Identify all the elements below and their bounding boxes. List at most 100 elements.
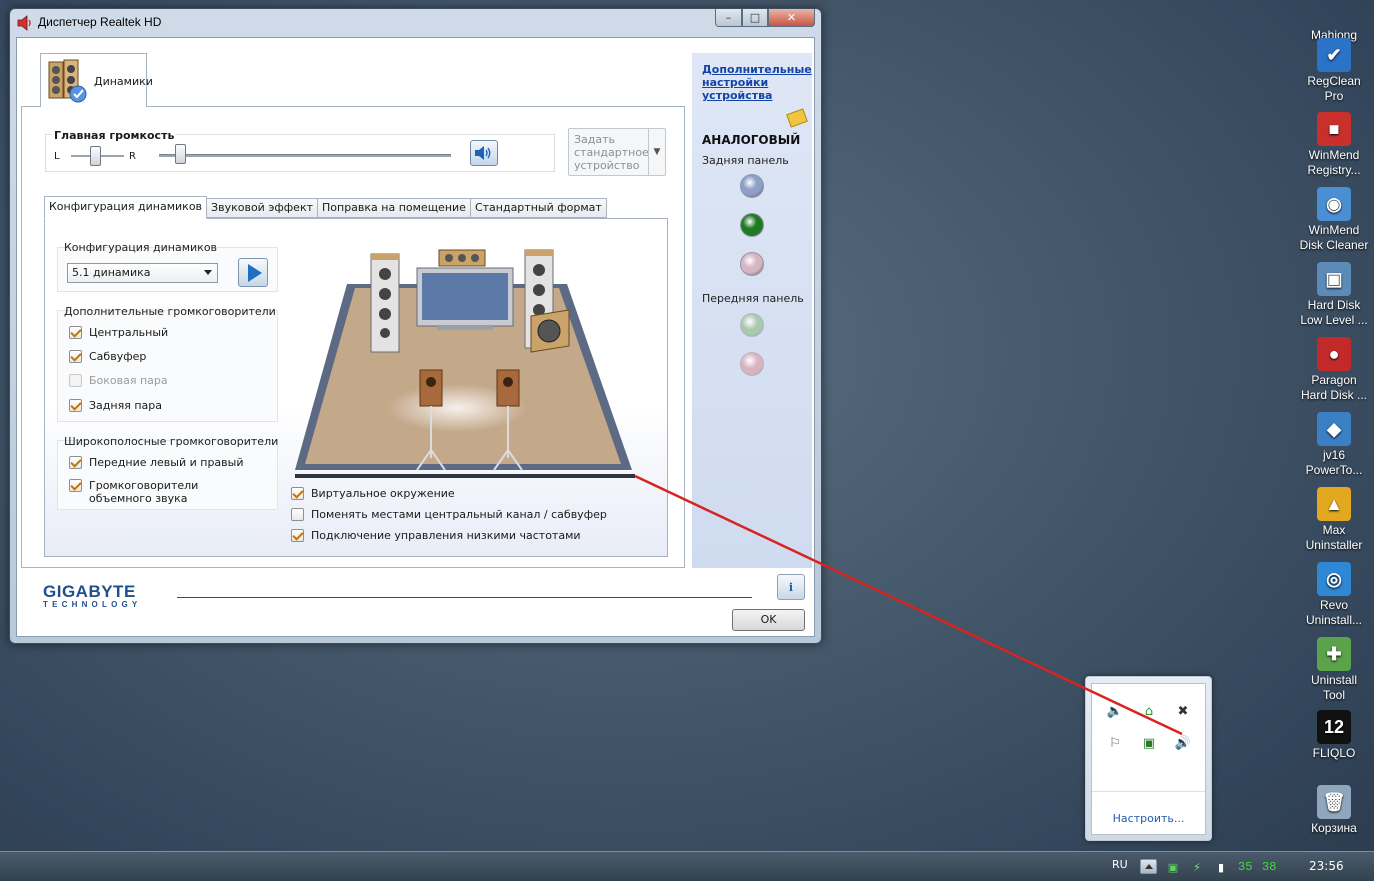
- rear-jack-3[interactable]: [740, 252, 764, 276]
- option-label: Виртуальное окружение: [311, 487, 455, 500]
- flag-tray-icon[interactable]: ⚐: [1106, 734, 1124, 752]
- speaker-icon: [475, 146, 491, 160]
- recycle-bin-desktop-shortcut[interactable]: 🗑 Корзина: [1294, 785, 1374, 836]
- signal-tray-icon[interactable]: ▮: [1214, 860, 1228, 874]
- extra-speaker-checkbox[interactable]: [69, 326, 82, 339]
- power-tray-icon[interactable]: ⚡: [1190, 860, 1204, 874]
- clock[interactable]: 23:56: [1309, 859, 1344, 873]
- option-checkbox-row[interactable]: Поменять местами центральный канал / саб…: [291, 508, 607, 521]
- tab-speaker-config[interactable]: Конфигурация динамиков: [44, 196, 208, 219]
- extra-speaker-checkbox-row[interactable]: Центральный: [69, 326, 168, 339]
- extra-speaker-checkbox[interactable]: [69, 399, 82, 412]
- network-tray-icon[interactable]: ✖: [1174, 702, 1192, 720]
- winmend-disk-icon: ◉: [1317, 187, 1351, 221]
- jv16-icon: ◆: [1317, 412, 1351, 446]
- hdd-desktop-shortcut[interactable]: ▣ Hard Disk Low Level ...: [1294, 262, 1374, 328]
- speaker-config-value: 5.1 динамика: [72, 266, 151, 279]
- speaker-config-title: Конфигурация динамиков: [64, 241, 218, 254]
- extra-speaker-checkbox[interactable]: [69, 350, 82, 363]
- fullrange-speaker-checkbox-row[interactable]: Громкоговорители объемного звука: [69, 479, 249, 505]
- folder-icon[interactable]: [786, 108, 808, 128]
- option-label: Подключение управления низкими частотами: [311, 529, 581, 542]
- rear-jack-2[interactable]: [740, 213, 764, 237]
- mute-button[interactable]: [470, 140, 498, 166]
- show-hidden-icons-button[interactable]: [1140, 859, 1157, 874]
- tab-room-correction[interactable]: Поправка на помещение: [318, 198, 471, 218]
- tab-speakers[interactable]: Динамики: [40, 53, 153, 107]
- desktop-icons: ♣Mahjong Titans✔RegClean Pro■WinMend Reg…: [1294, 0, 1374, 850]
- recycle-bin-icon: 🗑: [1317, 785, 1351, 819]
- fullrange-speaker-label: Громкоговорители объемного звука: [89, 479, 199, 505]
- connector-side-panel: Дополнительные настройки устройства АНАЛ…: [692, 53, 812, 568]
- front-jack-1[interactable]: [740, 313, 764, 337]
- option-checkbox[interactable]: [291, 508, 304, 521]
- fliqlo-desktop-shortcut[interactable]: 12 FLIQLO: [1294, 710, 1374, 761]
- front-jack-2[interactable]: [740, 352, 764, 376]
- option-checkbox[interactable]: [291, 487, 304, 500]
- uninstall-tool-desktop-shortcut[interactable]: ✚ Uninstall Tool: [1294, 637, 1374, 703]
- home-tray-icon[interactable]: ⌂: [1140, 702, 1158, 720]
- maximize-button[interactable]: □: [742, 9, 768, 27]
- divider: [1092, 791, 1205, 792]
- tray-customize-link[interactable]: Настроить...: [1092, 812, 1205, 825]
- volume-slider-thumb[interactable]: [175, 144, 186, 164]
- desktop-shortcut-label: WinMend Disk Cleaner: [1299, 223, 1369, 252]
- revo-icon: ◎: [1317, 562, 1351, 596]
- extra-speaker-checkbox-row[interactable]: Сабвуфер: [69, 350, 146, 363]
- advanced-device-settings-link[interactable]: Дополнительные настройки устройства: [702, 63, 812, 102]
- realtek-tray-icon[interactable]: 🔊: [1174, 734, 1192, 752]
- balance-left-label: L: [54, 151, 60, 162]
- tab-default-format[interactable]: Стандартный формат: [470, 198, 607, 218]
- fullrange-speaker-checkbox[interactable]: [69, 479, 82, 492]
- volume-slider-track[interactable]: [159, 154, 451, 157]
- config-tabs: Конфигурация динамиков Звуковой эффект Поп…: [44, 196, 607, 219]
- cpu-temp-2: 38: [1262, 860, 1277, 874]
- speaker-room-illustration: [295, 249, 635, 478]
- play-test-button[interactable]: [238, 258, 268, 287]
- speaker-config-select[interactable]: 5.1 динамика: [67, 263, 218, 283]
- paragon-desktop-shortcut[interactable]: ● Paragon Hard Disk ...: [1294, 337, 1374, 403]
- desktop-shortcut-label: Uninstall Tool: [1310, 673, 1358, 702]
- fullrange-speaker-checkbox[interactable]: [69, 456, 82, 469]
- winmend-disk-desktop-shortcut[interactable]: ◉ WinMend Disk Cleaner: [1294, 187, 1374, 253]
- balance-right-label: R: [129, 151, 136, 162]
- max-uninstaller-desktop-shortcut[interactable]: ▲ Max Uninstaller: [1294, 487, 1374, 553]
- chevron-down-icon[interactable]: ▼: [648, 129, 665, 175]
- fliqlo-icon: 12: [1317, 710, 1351, 744]
- winmend-registry-desktop-shortcut[interactable]: ■ WinMend Registry...: [1294, 112, 1374, 178]
- desktop-shortcut-label: WinMend Registry...: [1307, 148, 1361, 177]
- extra-speakers-title: Дополнительные громкоговорители: [64, 305, 276, 318]
- taskbar: RU ▣ ⚡ ▮ 35 38 23:56: [0, 851, 1374, 881]
- ok-button[interactable]: OK: [732, 609, 805, 631]
- revo-desktop-shortcut[interactable]: ◎ Revo Uninstall...: [1294, 562, 1374, 628]
- title-bar[interactable]: Диспетчер Realtek HD – □ ✕: [10, 9, 821, 37]
- desktop-shortcut-label: Корзина: [1311, 821, 1357, 835]
- info-button[interactable]: i: [777, 574, 805, 600]
- uninstall-tool-icon: ✚: [1317, 637, 1351, 671]
- speaker-muted-tray-icon[interactable]: 🔈: [1106, 702, 1124, 720]
- option-checkbox-row[interactable]: Подключение управления низкими частотами: [291, 529, 581, 542]
- option-checkbox[interactable]: [291, 529, 304, 542]
- tab-sound-effect[interactable]: Звуковой эффект: [207, 198, 318, 218]
- balance-slider-thumb[interactable]: [90, 146, 101, 166]
- set-default-device-button[interactable]: Задать стандартное устройство ▼: [568, 128, 666, 176]
- option-checkbox-row[interactable]: Виртуальное окружение: [291, 487, 455, 500]
- fullrange-speaker-label: Передние левый и правый: [89, 456, 244, 469]
- monitor-tray-icon[interactable]: ▣: [1140, 734, 1158, 752]
- desktop-shortcut-label: Hard Disk Low Level ...: [1300, 298, 1368, 327]
- security-tray-icon[interactable]: ▣: [1166, 860, 1180, 874]
- jv16-desktop-shortcut[interactable]: ◆ jv16 PowerTo...: [1294, 412, 1374, 478]
- gigabyte-logo-sub: TECHNOLOGY: [43, 600, 142, 609]
- extra-speaker-label: Боковая пара: [89, 374, 168, 387]
- desktop-shortcut-label: Revo Uninstall...: [1305, 598, 1363, 627]
- extra-speaker-checkbox-row[interactable]: Задняя пара: [69, 399, 162, 412]
- fullrange-speaker-checkbox-row[interactable]: Передние левый и правый: [69, 456, 244, 469]
- regclean-desktop-shortcut[interactable]: ✔ RegClean Pro: [1294, 38, 1374, 104]
- close-button[interactable]: ✕: [768, 9, 815, 27]
- speakers-icon: [48, 59, 87, 103]
- rear-jack-1[interactable]: [740, 174, 764, 198]
- cpu-temp-1: 35: [1238, 860, 1253, 874]
- minimize-button[interactable]: –: [715, 9, 742, 27]
- language-indicator[interactable]: RU: [1112, 858, 1128, 871]
- hdd-icon: ▣: [1317, 262, 1351, 296]
